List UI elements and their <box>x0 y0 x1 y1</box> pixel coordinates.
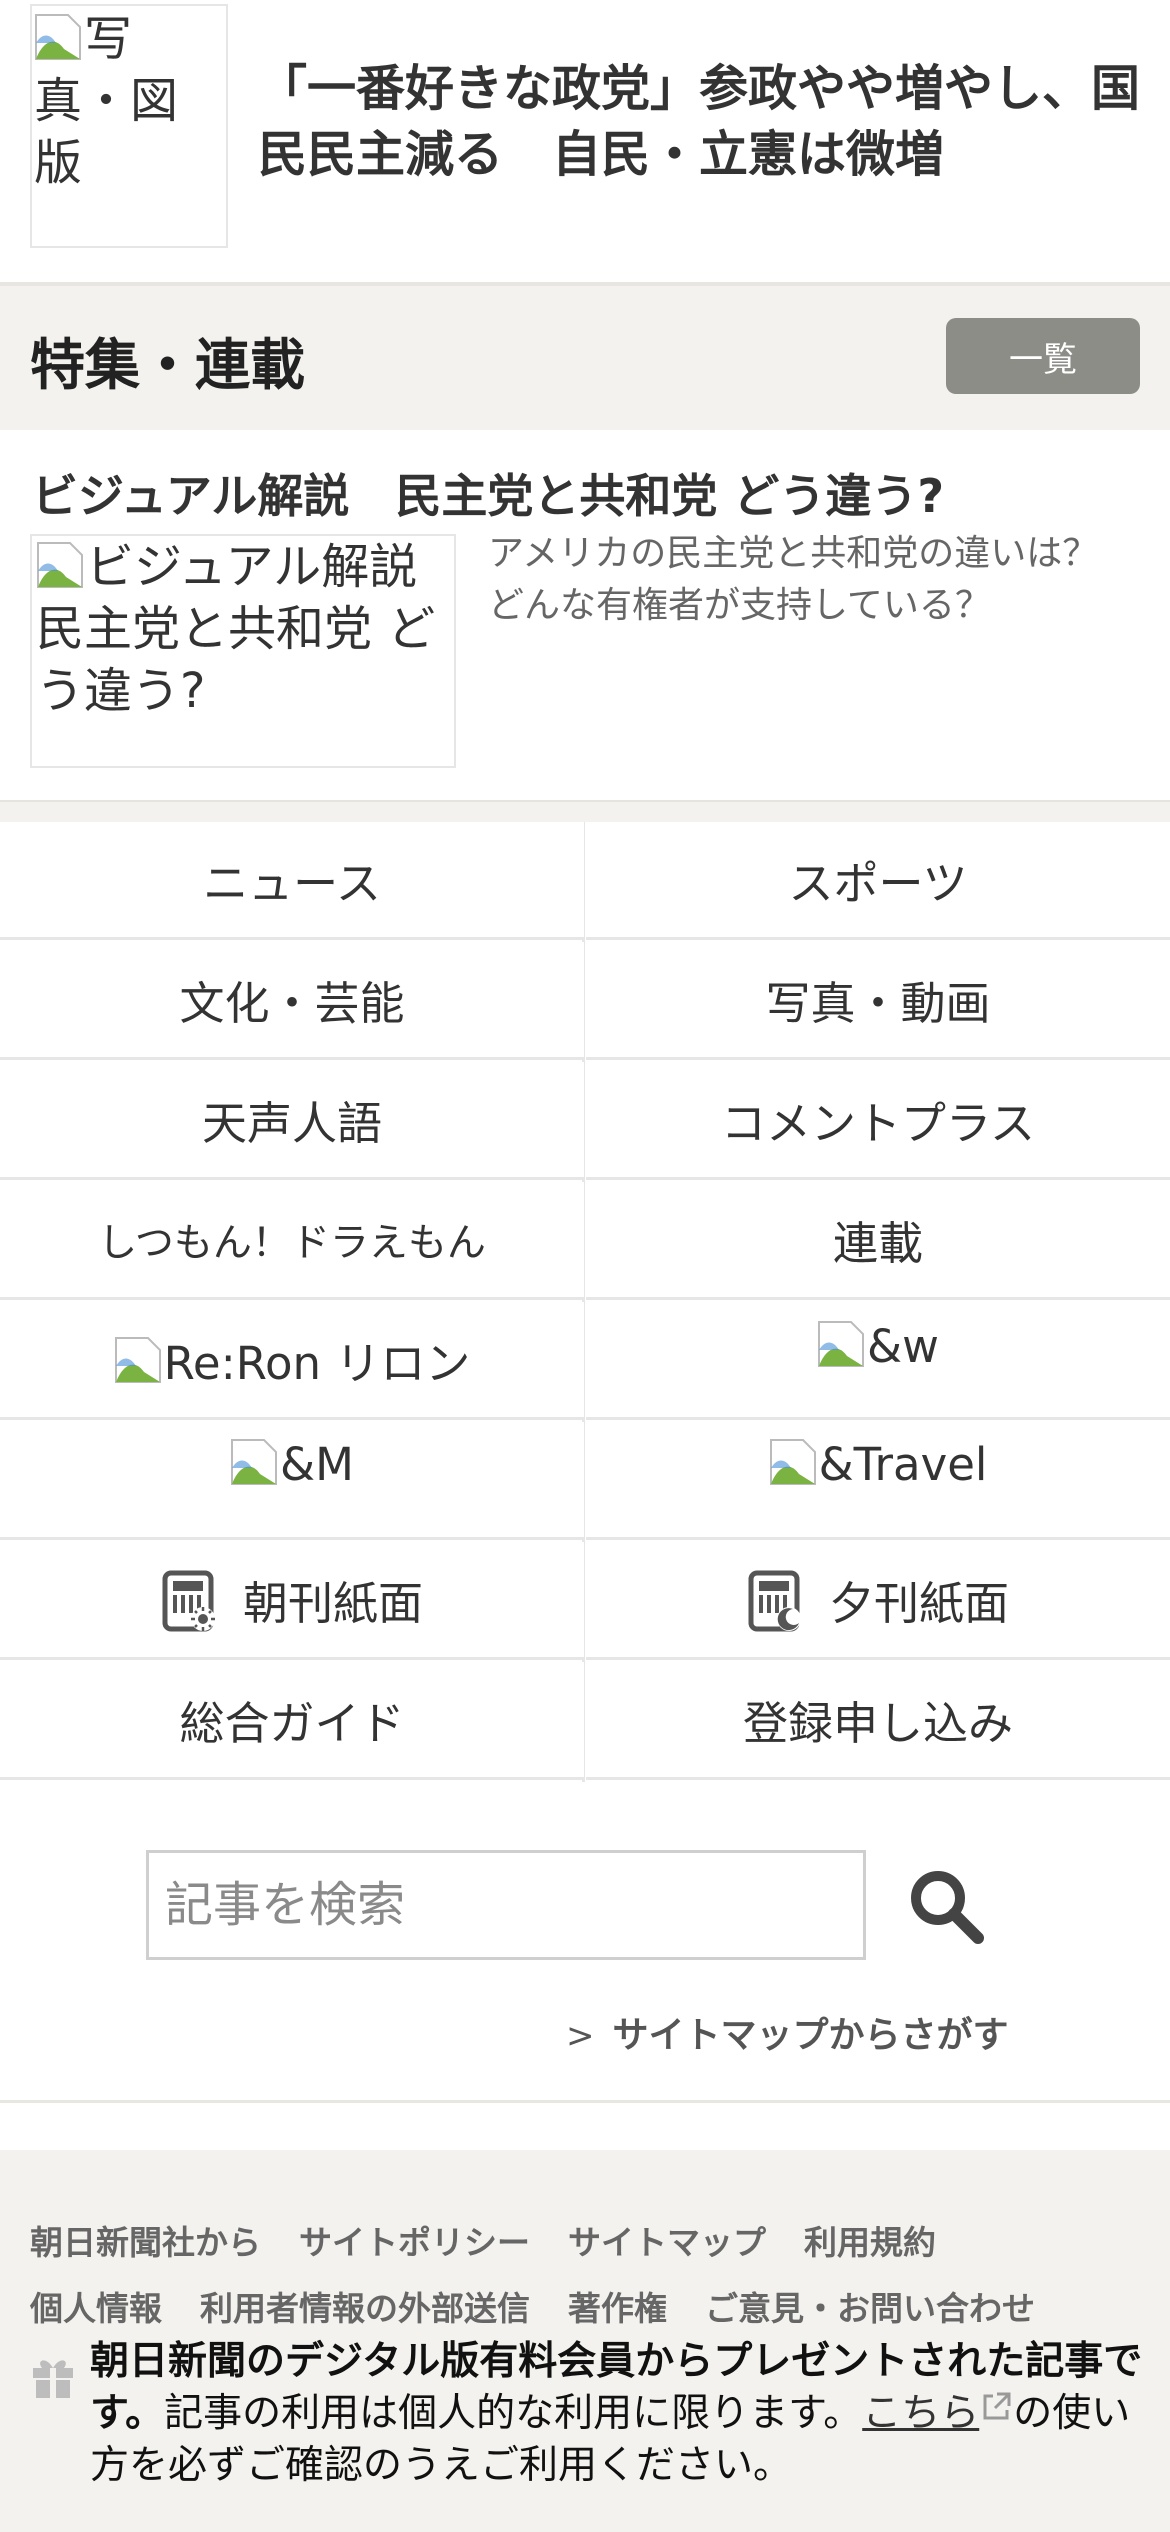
footer-link-policy[interactable]: サイトポリシー <box>299 2223 530 2262</box>
nav-tensei-jingo[interactable]: 天声人語 <box>0 1062 584 1180</box>
footer-link-privacy[interactable]: 個人情報 <box>30 2289 162 2328</box>
search-icon[interactable] <box>904 1864 988 1948</box>
broken-image-icon <box>769 1439 816 1485</box>
nav-morning-paper[interactable]: 朝刊紙面 <box>0 1542 584 1660</box>
broken-image-icon <box>35 14 81 60</box>
sitemap-link[interactable]: > サイトマップからさがす <box>566 2006 1009 2058</box>
evening-paper-icon <box>748 1570 801 1631</box>
nav-general-guide[interactable]: 総合ガイド <box>0 1662 584 1780</box>
gift-article-banner: 朝日新聞のデジタル版有料会員からプレゼントされた記事です。記事の利用は個人的な利… <box>0 2326 1170 2532</box>
feature-article[interactable]: ビジュアル解説 民主党と共和党 どう違う? ビジュアル解説 民主党と共和党 どう… <box>0 430 1170 800</box>
divider <box>0 2100 1170 2103</box>
sitemap-link-label: サイトマップからさがす <box>612 2015 1009 2056</box>
nav-rensai[interactable]: 連載 <box>586 1182 1170 1300</box>
external-link-icon <box>983 2392 1011 2420</box>
feature-article-title[interactable]: ビジュアル解説 民主党と共和党 どう違う? <box>32 460 944 526</box>
gift-article-notice: 朝日新聞のデジタル版有料会員からプレゼントされた記事です。記事の利用は個人的な利… <box>90 2336 1150 2492</box>
nav-photo-video[interactable]: 写真・動画 <box>586 942 1170 1060</box>
search-area: > サイトマップからさがす <box>0 1782 1170 2108</box>
nav-news[interactable]: ニュース <box>0 822 584 940</box>
broken-image-icon <box>818 1321 865 1367</box>
article-thumbnail[interactable]: 写真・図版 <box>30 4 228 248</box>
nav-morning-paper-label: 朝刊紙面 <box>242 1577 423 1630</box>
nav-and-travel[interactable]: &Travel <box>586 1422 1170 1540</box>
footer-link-contact[interactable]: ご意見・お問い合わせ <box>705 2289 1035 2328</box>
nav-and-w-label: &w <box>867 1320 939 1373</box>
divider <box>0 800 1170 822</box>
nav-and-m[interactable]: &M <box>0 1422 584 1540</box>
thumbnail-alt-text: ビジュアル解説 民主党と共和党 どう違う? <box>36 539 454 719</box>
nav-sports[interactable]: スポーツ <box>586 822 1170 940</box>
broken-image-icon <box>37 542 83 588</box>
nav-and-travel-label: &Travel <box>818 1438 988 1491</box>
search-input[interactable] <box>146 1850 866 1960</box>
nav-comment-plus[interactable]: コメントプラス <box>586 1062 1170 1180</box>
nav-evening-paper-label: 夕刊紙面 <box>828 1577 1009 1630</box>
nav-culture[interactable]: 文化・芸能 <box>0 942 584 1060</box>
gift-notice-text: 記事の利用は個人的な利用に限ります。 <box>164 2391 863 2436</box>
footer-link-company[interactable]: 朝日新聞社から <box>30 2223 261 2262</box>
footer-link-terms[interactable]: 利用規約 <box>804 2223 936 2262</box>
footer-links: 朝日新聞社から サイトポリシー サイトマップ 利用規約個人情報 利用者情報の外部送信 著作… <box>30 2210 1140 2342</box>
list-all-button[interactable]: 一覧 <box>946 318 1140 394</box>
broken-image-icon <box>114 1336 161 1383</box>
feature-thumbnail[interactable]: ビジュアル解説 民主党と共和党 どう違う? <box>30 534 456 768</box>
nav-reron[interactable]: Re:Ron リロン <box>0 1302 584 1420</box>
top-article[interactable]: 写真・図版 「一番好きな政党」参政やや増やし、国民民主減る 自民・立憲は微増 <box>0 0 1170 284</box>
feature-description: アメリカの民主党と共和党の違いは？どんな有権者が支持している？ <box>488 533 1099 626</box>
article-title[interactable]: 「一番好きな政党」参政やや増やし、国民民主減る 自民・立憲は微増 <box>258 56 1148 188</box>
nav-shitsumon-doraemon[interactable]: しつもん！ドラえもん <box>0 1182 584 1300</box>
nav-evening-paper[interactable]: 夕刊紙面 <box>586 1542 1170 1660</box>
nav-and-w[interactable]: &w <box>586 1302 1170 1420</box>
chevron-right-icon: > <box>566 2016 595 2056</box>
features-header: 特集・連載 一覧 <box>0 286 1170 430</box>
broken-image-icon <box>231 1439 278 1485</box>
gift-icon <box>33 2360 73 2398</box>
footer: 朝日新聞社から サイトポリシー サイトマップ 利用規約個人情報 利用者情報の外部送信 著作… <box>0 2150 1170 2532</box>
section-heading: 特集・連載 <box>30 333 306 397</box>
footer-link-external-data[interactable]: 利用者情報の外部送信 <box>200 2289 530 2328</box>
nav-register[interactable]: 登録申し込み <box>586 1662 1170 1780</box>
nav-reron-label: Re:Ron リロン <box>163 1337 471 1390</box>
gift-notice-link[interactable]: こちら <box>862 2391 979 2436</box>
nav-and-m-label: &M <box>280 1438 354 1491</box>
morning-paper-icon <box>162 1570 215 1631</box>
footer-link-sitemap[interactable]: サイトマップ <box>568 2223 766 2262</box>
footer-link-copyright[interactable]: 著作権 <box>568 2289 667 2328</box>
